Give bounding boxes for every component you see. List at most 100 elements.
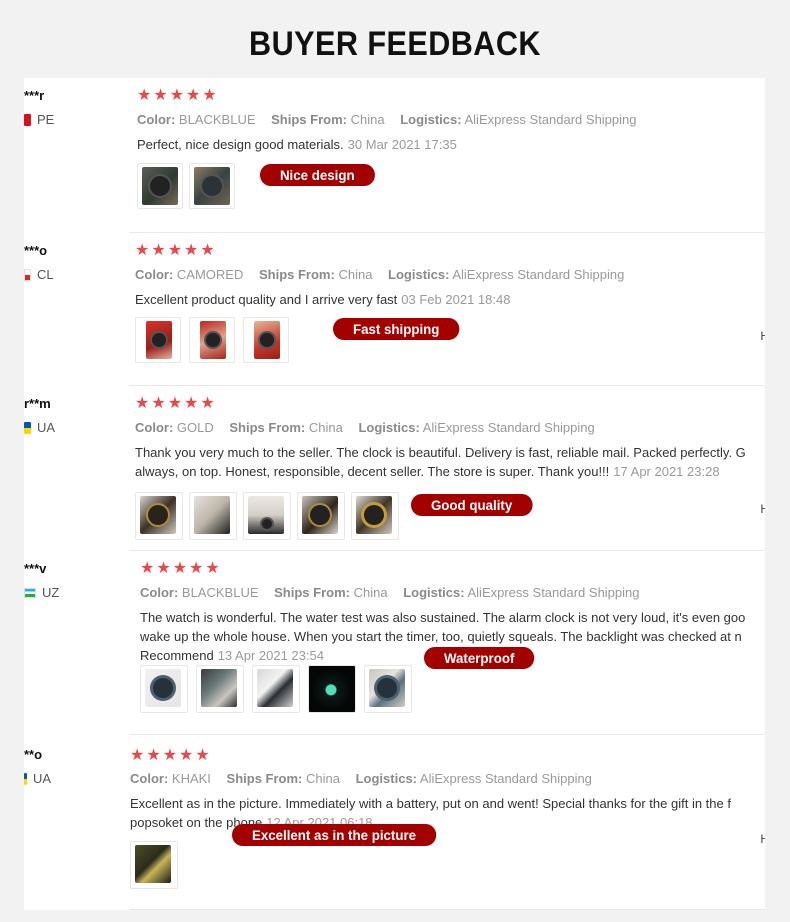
logistics-value: AliExpress Standard Shipping bbox=[422, 420, 595, 435]
review-item: r**m UA ★ ★ ★ ★ ★ Color: GOLD Ships From… bbox=[24, 386, 765, 551]
user-name: ***v bbox=[24, 561, 47, 576]
review-photo[interactable] bbox=[351, 492, 399, 540]
color-label: Color: bbox=[135, 420, 174, 435]
review-photo[interactable] bbox=[252, 665, 300, 713]
review-photo[interactable] bbox=[135, 492, 183, 540]
star-icon: ★ bbox=[156, 560, 171, 577]
star-icon: ★ bbox=[184, 395, 199, 412]
logistics-value: AliExpress Standard Shipping bbox=[464, 112, 637, 127]
ships-from-label: Ships From: bbox=[229, 420, 306, 435]
country-code: UA bbox=[37, 420, 56, 435]
star-rating: ★ ★ ★ ★ ★ bbox=[137, 87, 217, 105]
color-label: Color: bbox=[135, 267, 174, 282]
review-photo[interactable] bbox=[297, 492, 345, 540]
review-photo[interactable] bbox=[189, 317, 235, 363]
star-icon: ★ bbox=[172, 560, 188, 577]
review-item: ***r PE ★ ★ ★ ★ ★ Color: BLACKBLUE Ships… bbox=[24, 78, 765, 233]
review-meta: Color: KHAKI Ships From: China Logistics… bbox=[130, 770, 604, 788]
review-photo[interactable] bbox=[135, 317, 181, 363]
country-code: UA bbox=[33, 771, 52, 786]
truncated-text: H bbox=[760, 832, 765, 846]
ships-from-label: Ships From: bbox=[274, 585, 350, 600]
star-icon: ★ bbox=[140, 560, 155, 577]
review-photo[interactable] bbox=[196, 665, 244, 713]
star-rating: ★ ★ ★ ★ ★ bbox=[135, 242, 215, 260]
star-icon: ★ bbox=[151, 395, 166, 412]
ships-from-value: China bbox=[353, 585, 388, 600]
review-photo[interactable] bbox=[137, 163, 183, 209]
star-icon: ★ bbox=[189, 560, 204, 577]
logistics-value: AliExpress Standard Shipping bbox=[467, 585, 640, 600]
review-photos bbox=[135, 492, 399, 540]
user-country: PE bbox=[24, 112, 54, 127]
ships-from-label: Ships From: bbox=[258, 267, 335, 282]
feature-tag: Good quality bbox=[411, 494, 533, 516]
review-meta: Color: BLACKBLUE Ships From: China Logis… bbox=[140, 584, 652, 602]
country-code: UZ bbox=[42, 585, 60, 600]
ships-from-value: China bbox=[308, 420, 343, 435]
review-date: 17 Apr 2021 23:28 bbox=[613, 464, 720, 479]
star-icon: ★ bbox=[130, 747, 145, 764]
review-item: ***v UZ ★ ★ ★ ★ ★ Color: BLACKBLUE Ships… bbox=[24, 551, 765, 735]
star-icon: ★ bbox=[137, 87, 152, 104]
comment-text: Thank you very much to the seller. The c… bbox=[135, 445, 746, 460]
comment-text: wake up the whole house. When you start … bbox=[140, 629, 742, 644]
review-item: ***o CL ★ ★ ★ ★ ★ Color: CAMORED Ships F… bbox=[24, 233, 765, 386]
user-country: UZ bbox=[24, 585, 59, 600]
country-code: CL bbox=[37, 267, 54, 282]
feature-tag: Fast shipping bbox=[333, 318, 460, 340]
ships-from-value: China bbox=[338, 267, 373, 282]
logistics-label: Logistics: bbox=[388, 267, 450, 282]
review-item: **o UA ★ ★ ★ ★ ★ Color: KHAKI Ships From… bbox=[24, 735, 765, 910]
feature-tag: Nice design bbox=[260, 164, 375, 186]
review-photo[interactable] bbox=[243, 317, 289, 363]
review-date: 30 Mar 2021 17:35 bbox=[347, 137, 457, 152]
review-photo[interactable] bbox=[243, 492, 291, 540]
star-icon: ★ bbox=[179, 747, 194, 764]
star-icon: ★ bbox=[202, 87, 217, 104]
star-icon: ★ bbox=[151, 242, 166, 259]
color-value: BLACKBLUE bbox=[181, 585, 259, 600]
star-icon: ★ bbox=[153, 87, 168, 104]
star-rating: ★ ★ ★ ★ ★ bbox=[140, 560, 220, 578]
color-label: Color: bbox=[140, 585, 179, 600]
user-name: ***o bbox=[24, 243, 48, 258]
review-photo[interactable] bbox=[189, 163, 235, 209]
truncated-text: H bbox=[760, 329, 765, 343]
star-rating: ★ ★ ★ ★ ★ bbox=[135, 395, 215, 413]
comment-text: Perfect, nice design good materials. bbox=[137, 137, 344, 152]
user-country: UA bbox=[24, 420, 55, 435]
ships-from-label: Ships From: bbox=[226, 771, 303, 786]
flag-icon bbox=[24, 772, 27, 785]
review-photo[interactable] bbox=[140, 665, 188, 713]
review-comment: Perfect, nice design good materials. 30 M… bbox=[137, 135, 457, 154]
review-photo[interactable] bbox=[364, 665, 412, 713]
ships-from-label: Ships From: bbox=[271, 112, 347, 127]
review-photos bbox=[137, 163, 235, 209]
logistics-label: Logistics: bbox=[403, 585, 465, 600]
feature-tag: Excellent as in the picture bbox=[232, 824, 436, 846]
page-title: BUYER FEEDBACK bbox=[249, 25, 541, 63]
review-photos bbox=[130, 841, 178, 889]
review-comment: Thank you very much to the seller. The c… bbox=[135, 443, 746, 481]
comment-text: Recommend bbox=[140, 648, 214, 663]
review-comment: Excellent product quality and I arrive v… bbox=[135, 290, 510, 309]
flag-icon bbox=[24, 587, 36, 598]
review-photo[interactable] bbox=[130, 841, 178, 889]
ships-from-value: China bbox=[306, 771, 340, 786]
comment-text: Excellent product quality and I arrive v… bbox=[135, 292, 398, 307]
review-meta: Color: GOLD Ships From: China Logistics:… bbox=[135, 419, 607, 437]
star-icon: ★ bbox=[169, 87, 185, 104]
review-photo[interactable] bbox=[189, 492, 237, 540]
review-date: 13 Apr 2021 23:54 bbox=[217, 648, 324, 663]
user-country: CL bbox=[24, 267, 54, 282]
review-photo[interactable] bbox=[308, 665, 356, 713]
review-photos bbox=[140, 665, 412, 713]
star-icon: ★ bbox=[200, 395, 215, 412]
logistics-value: AliExpress Standard Shipping bbox=[452, 267, 625, 282]
color-value: CAMORED bbox=[176, 267, 244, 282]
country-code: PE bbox=[37, 112, 55, 127]
star-icon: ★ bbox=[200, 242, 215, 259]
flag-icon bbox=[24, 113, 31, 126]
star-icon: ★ bbox=[167, 395, 183, 412]
